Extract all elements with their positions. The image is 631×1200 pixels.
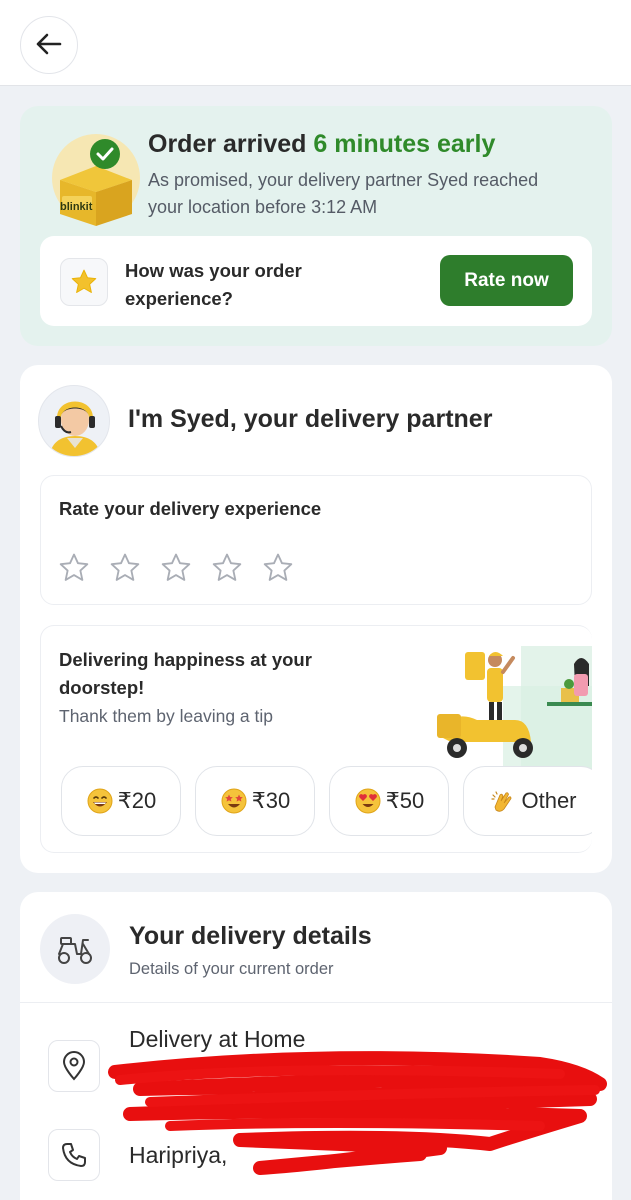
delivery-details-card: Your delivery details Details of your cu… [20,892,612,1200]
tip-options: ₹20 ₹30 ₹50 Other [61,766,592,836]
blinkit-box-icon: blinkit [40,130,148,230]
delivery-partner-avatar [38,385,110,457]
arrived-title-highlight: 6 minutes early [313,130,496,158]
tip-20-button[interactable]: ₹20 [61,766,181,836]
tip-title: Delivering happiness at your doorstep! [59,649,312,698]
tip-box: Delivering happiness at your doorstep! T… [40,625,592,853]
tip-20-label: ₹20 [117,788,157,813]
heart-eyes-emoji-icon [355,788,381,814]
partner-title: I'm Syed, your delivery partner [128,405,493,433]
star-icon[interactable] [57,551,91,585]
tip-30-label: ₹30 [251,788,291,813]
contact-name: Haripriya, [129,1142,228,1168]
arrived-title: Order arrived 6 minutes early [148,130,495,159]
arrived-title-prefix: Order arrived [148,130,314,158]
star-icon[interactable] [159,551,193,585]
tip-50-label: ₹50 [385,788,425,813]
delivery-location-label: Delivery at Home [129,1026,306,1052]
tip-50-button[interactable]: ₹50 [329,766,449,836]
grin-emoji-icon [87,788,113,814]
clapping-hands-icon [491,791,512,812]
arrived-subtitle: As promised, your delivery partner Syed … [148,170,539,217]
tip-30-button[interactable]: ₹30 [195,766,315,836]
delivery-partner-card: I'm Syed, your delivery partner Rate you… [20,365,612,873]
phone-icon [48,1129,100,1181]
back-button[interactable] [20,16,78,74]
brand-label: blinkit [60,201,93,213]
star-struck-emoji-icon [221,788,247,814]
redaction-scribble [108,1051,607,1175]
rate-delivery-box: Rate your delivery experience [40,475,592,605]
location-pin-icon [48,1040,100,1092]
order-arrived-card: blinkit Order arrived 6 minutes early As… [20,106,612,346]
tip-subtitle: Thank them by leaving a tip [59,706,274,726]
rating-prompt: How was your order experience? [125,260,302,309]
rate-now-button[interactable]: Rate now [440,255,573,306]
top-bar [0,0,631,86]
scooter-icon [40,914,110,984]
star-icon[interactable] [261,551,295,585]
star-rating [57,551,295,585]
delivery-scooter-illustration [411,646,592,776]
rate-delivery-label: Rate your delivery experience [59,498,322,519]
tip-other-label: Other [521,788,577,813]
divider [20,1002,612,1003]
details-subtitle: Details of your current order [129,960,334,978]
details-title: Your delivery details [129,922,372,950]
rate-order-box: How was your order experience? Rate now [40,236,592,326]
tip-other-button[interactable]: Other [463,766,592,836]
star-icon[interactable] [210,551,244,585]
arrow-left-icon [36,33,62,58]
star-icon [60,258,108,306]
star-icon[interactable] [108,551,142,585]
